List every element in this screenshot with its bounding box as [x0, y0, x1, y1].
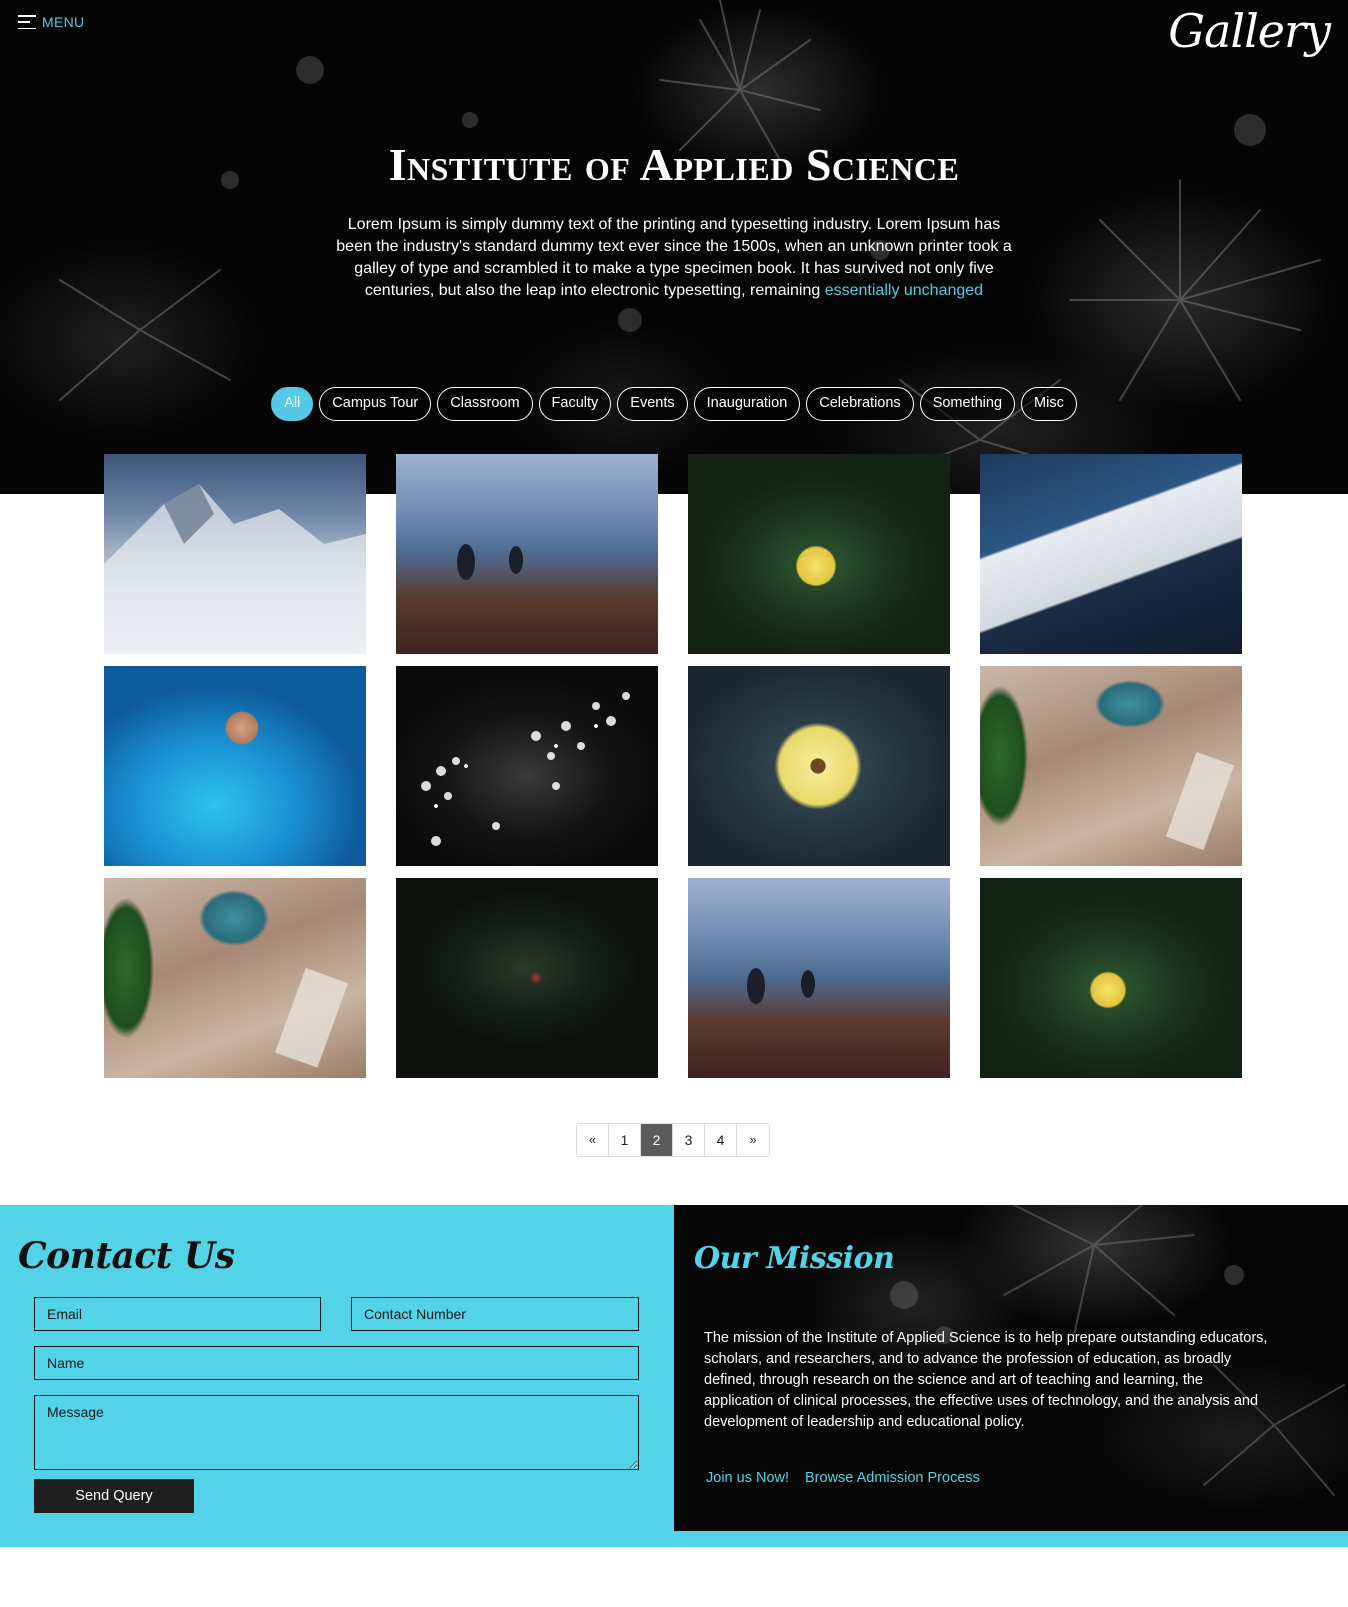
gallery-image-yellow-rose-2[interactable] [980, 878, 1242, 1078]
logo[interactable]: Gallery [1168, 4, 1331, 58]
gallery-image-foggy-field[interactable] [396, 454, 658, 654]
browse-admission-link[interactable]: Browse Admission Process [805, 1470, 980, 1486]
hamburger-icon [18, 15, 36, 29]
gallery-image-snowy-mountain[interactable] [104, 454, 366, 654]
gallery-grid [104, 454, 1244, 1078]
page-title: Institute of Applied Science [388, 139, 960, 190]
gallery-filter-bar: All Campus Tour Classroom Faculty Events… [0, 387, 1348, 421]
filter-all[interactable]: All [271, 387, 314, 421]
gallery-image-foggy-field-2[interactable] [688, 878, 950, 1078]
pagination-page-2[interactable]: 2 [641, 1124, 673, 1156]
gallery-image-notebook[interactable] [980, 454, 1242, 654]
mission-section: Our Mission The mission of the Institute… [674, 1205, 1348, 1531]
contact-title: Contact Us [18, 1235, 235, 1277]
filter-classroom[interactable]: Classroom [437, 387, 533, 421]
hero-description-highlight: essentially unchanged [824, 282, 984, 299]
gallery-image-white-blossoms[interactable] [396, 666, 658, 866]
menu-button[interactable]: MENU [18, 12, 84, 32]
send-query-button[interactable]: Send Query [34, 1479, 194, 1513]
mission-title: Our Mission [694, 1241, 895, 1276]
hero-description: Lorem Ipsum is simply dummy text of the … [334, 214, 1014, 302]
mission-bottom-strip [674, 1531, 1348, 1547]
contact-section: Contact Us Send Query [0, 1205, 674, 1547]
gallery-image-yellow-rose[interactable] [688, 454, 950, 654]
gallery-image-yellow-dahlia[interactable] [688, 666, 950, 866]
pagination-page-1[interactable]: 1 [609, 1124, 641, 1156]
filter-something[interactable]: Something [919, 387, 1016, 421]
pagination-prev[interactable]: « [577, 1124, 609, 1156]
filter-campus-tour[interactable]: Campus Tour [319, 387, 432, 421]
filter-celebrations[interactable]: Celebrations [806, 387, 914, 421]
gallery-image-blue-smoke-portrait[interactable] [104, 666, 366, 866]
filter-misc[interactable]: Misc [1021, 387, 1077, 421]
join-us-link[interactable]: Join us Now! [706, 1470, 789, 1486]
mission-links: Join us Now! Browse Admission Process [706, 1470, 980, 1486]
gallery-image-dark-foliage[interactable] [396, 878, 658, 1078]
menu-label: MENU [42, 14, 85, 30]
pagination-page-3[interactable]: 3 [673, 1124, 705, 1156]
email-field[interactable] [34, 1297, 321, 1331]
filter-faculty[interactable]: Faculty [538, 387, 612, 421]
filter-events[interactable]: Events [617, 387, 688, 421]
gallery-image-typewriter[interactable] [980, 666, 1242, 866]
pagination-next[interactable]: » [737, 1124, 769, 1156]
gallery-image-typewriter-2[interactable] [104, 878, 366, 1078]
message-field[interactable] [34, 1395, 639, 1470]
pagination-page-4[interactable]: 4 [705, 1124, 737, 1156]
name-field[interactable] [34, 1346, 639, 1380]
pagination: « 1 2 3 4 » [576, 1123, 770, 1157]
filter-inauguration[interactable]: Inauguration [693, 387, 801, 421]
hero-banner: MENU Gallery Institute of Applied Scienc… [0, 0, 1348, 494]
contact-number-field[interactable] [351, 1297, 639, 1331]
mission-text: The mission of the Institute of Applied … [704, 1330, 1268, 1430]
